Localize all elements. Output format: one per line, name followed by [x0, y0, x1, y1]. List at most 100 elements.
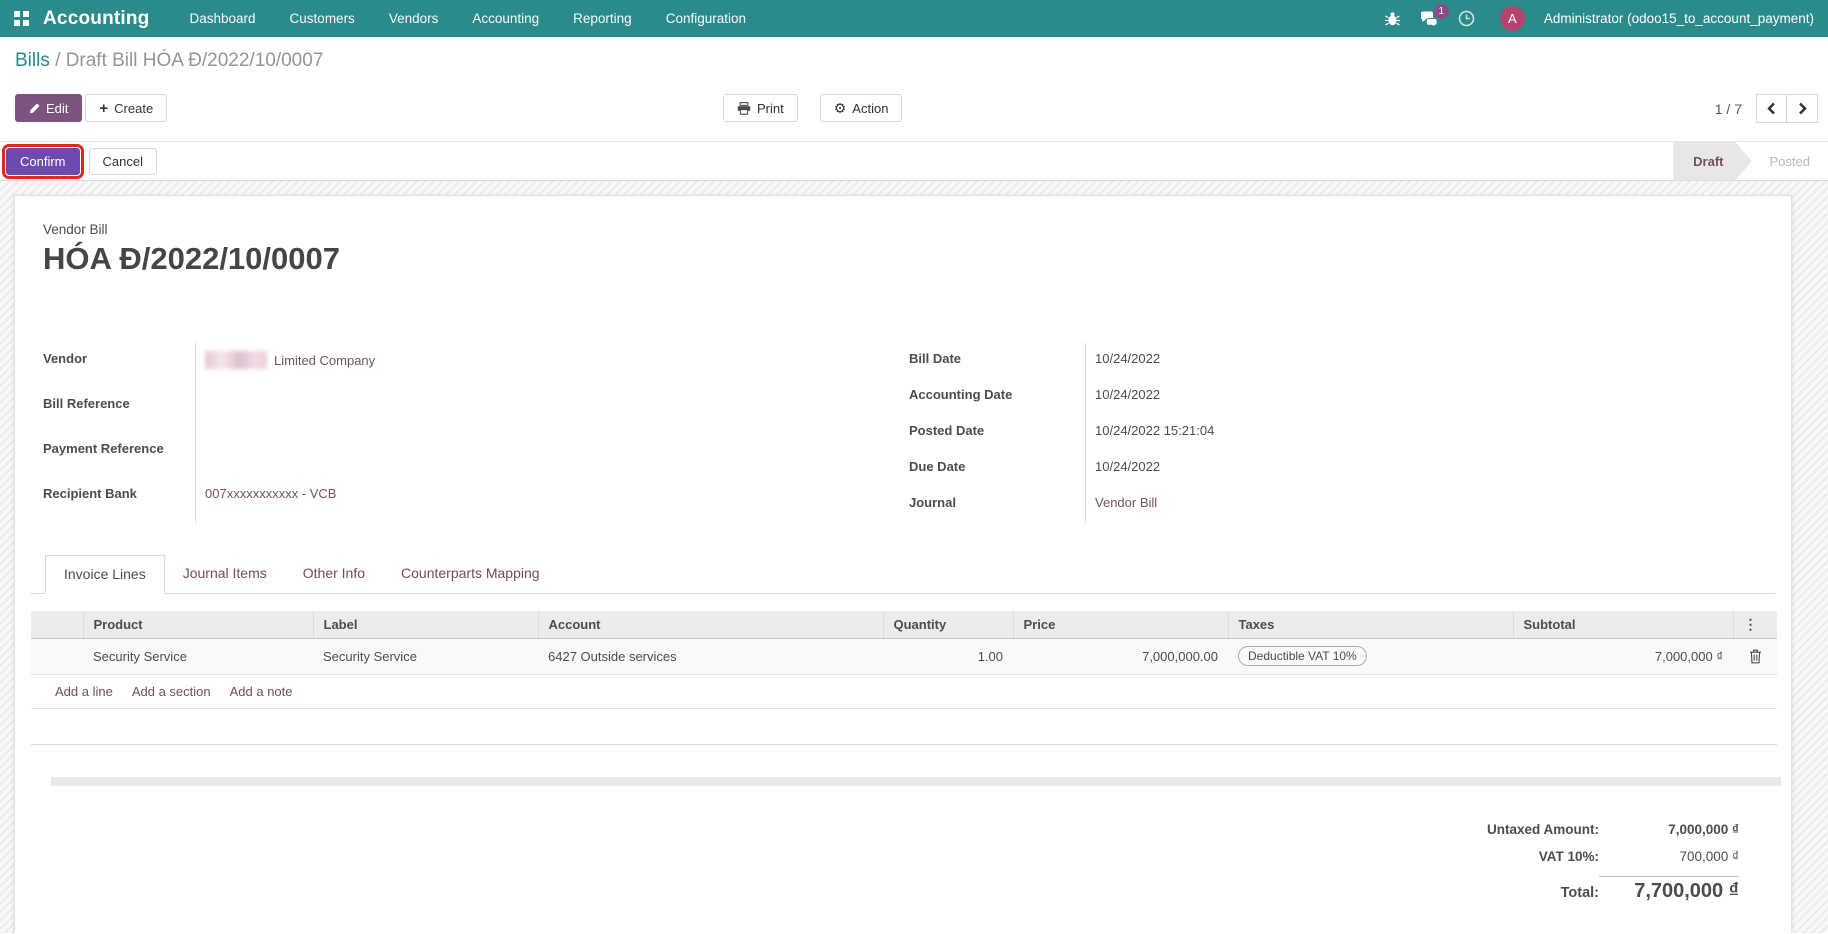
posted-date-label: Posted Date — [909, 423, 985, 438]
header-label[interactable]: Label — [312, 611, 538, 639]
header-product[interactable]: Product — [82, 611, 313, 639]
total-row: Total: 7,700,000 ₫ — [1560, 875, 1739, 910]
header-taxes[interactable]: Taxes — [1227, 611, 1513, 639]
state-draft[interactable]: Draft — [1673, 142, 1751, 180]
add-a-note-link[interactable]: Add a note — [230, 684, 293, 699]
print-button[interactable]: Print — [723, 94, 798, 122]
pager-counter[interactable]: 1 / 7 — [1715, 101, 1742, 117]
cancel-button[interactable]: Cancel — [88, 147, 157, 175]
tab-counterparts-mapping[interactable]: Counterparts Mapping — [383, 555, 558, 594]
posted-date-value: 10/24/2022 15:21:04 — [1085, 415, 1763, 451]
journal-link[interactable]: Vendor Bill — [1095, 495, 1157, 510]
header-subtotal[interactable]: Subtotal — [1512, 611, 1733, 639]
control-panel-buttons: Edit + Create Print ⚙ Action 1 / 7 — [0, 94, 1828, 123]
avatar[interactable]: A — [1499, 6, 1525, 31]
tab-invoice-lines[interactable]: Invoice Lines — [45, 555, 165, 594]
status-widget: Draft Posted — [1673, 142, 1828, 180]
add-row: Add a line Add a section Add a note — [31, 674, 1777, 708]
recipient-bank-link[interactable]: 007xxxxxxxxxxx - VCB — [205, 486, 336, 501]
table-header-row: Product Label Account Quantity Price Tax… — [31, 611, 1777, 639]
breadcrumb-separator: / — [49, 50, 66, 71]
add-a-section-link[interactable]: Add a section — [132, 684, 211, 699]
menu-reporting[interactable]: Reporting — [573, 11, 632, 26]
confirm-button[interactable]: Confirm — [2, 143, 84, 179]
menu-vendors[interactable]: Vendors — [389, 11, 439, 26]
field-group-right: Bill Date 10/24/2022 Accounting Date 10/… — [909, 343, 1763, 523]
chevron-right-icon — [1798, 102, 1807, 115]
pencil-icon — [29, 103, 40, 114]
add-a-line-link[interactable]: Add a line — [55, 684, 113, 699]
action-button[interactable]: ⚙ Action — [819, 94, 903, 122]
tab-journal-items[interactable]: Journal Items — [165, 555, 285, 594]
bill-date-label: Bill Date — [909, 351, 962, 366]
trash-icon — [1749, 648, 1762, 664]
plus-icon: + — [99, 99, 109, 117]
vat-row: VAT 10%: 700,000 ₫ — [1539, 849, 1739, 876]
delete-line-button[interactable] — [1733, 638, 1777, 674]
menu-configuration[interactable]: Configuration — [666, 11, 746, 26]
app-title[interactable]: Accounting — [43, 8, 150, 30]
untaxed-amount-label: Untaxed Amount: — [1487, 821, 1599, 837]
document-type-label: Vendor Bill — [43, 222, 108, 237]
optional-columns-icon[interactable]: ⋮ — [1732, 611, 1777, 639]
header-quantity[interactable]: Quantity — [882, 611, 1013, 639]
user-menu[interactable]: A — [1494, 6, 1525, 31]
cell-taxes: Deductible VAT 10% — [1228, 638, 1513, 674]
menu-accounting[interactable]: Accounting — [472, 11, 539, 26]
header-account[interactable]: Account — [537, 611, 883, 639]
menu-dashboard[interactable]: Dashboard — [190, 11, 256, 26]
tab-bar: Invoice Lines Journal Items Other Info C… — [31, 555, 1775, 594]
field-group-left: Vendor Limited Company Bill Reference Pa… — [43, 343, 891, 523]
user-name[interactable]: Administrator (odoo15_to_account_payment… — [1544, 11, 1814, 26]
tax-badge: Deductible VAT 10% — [1238, 646, 1367, 666]
section-divider — [51, 776, 1781, 786]
activities-clock-icon[interactable] — [1458, 10, 1475, 27]
vat-value: 700,000 ₫ — [1679, 848, 1739, 864]
breadcrumb: Bills / Draft Bill HÓA Đ/2022/10/0007 — [0, 37, 1828, 72]
breadcrumb-current: Draft Bill HÓA Đ/2022/10/0007 — [65, 50, 324, 71]
messages-icon[interactable]: 1 — [1420, 3, 1449, 27]
tab-other-info[interactable]: Other Info — [285, 555, 383, 594]
vendor-label: Vendor — [43, 351, 88, 366]
edit-button[interactable]: Edit — [15, 94, 83, 122]
state-posted[interactable]: Posted — [1752, 142, 1828, 180]
create-button[interactable]: + Create — [85, 94, 168, 122]
vat-label: VAT 10%: — [1538, 848, 1599, 864]
invoice-line-row[interactable]: Security Service Security Service 6427 O… — [31, 638, 1777, 674]
vendor-bill-sheet: Vendor Bill HÓA Đ/2022/10/0007 Vendor Li… — [14, 195, 1792, 933]
accounting-date-value: 10/24/2022 — [1085, 379, 1763, 415]
payment-reference-label: Payment Reference — [43, 441, 164, 456]
pager-next-button[interactable] — [1787, 94, 1818, 123]
total-label: Total: — [1560, 884, 1599, 901]
messages-badge: 1 — [1433, 3, 1449, 19]
vendor-link[interactable]: Limited Company — [274, 353, 375, 368]
cell-subtotal: 7,000,000 ₫ — [1654, 648, 1723, 664]
bill-date-value: 10/24/2022 — [1085, 343, 1763, 379]
empty-filler-row — [31, 708, 1777, 744]
menu-customers[interactable]: Customers — [290, 11, 355, 26]
cell-product: Security Service — [93, 648, 187, 664]
due-date-label: Due Date — [909, 459, 966, 474]
field-groups: Vendor Limited Company Bill Reference Pa… — [43, 343, 1763, 523]
invoice-lines-table: Product Label Account Quantity Price Tax… — [31, 611, 1777, 745]
pager-previous-button[interactable] — [1756, 94, 1787, 123]
breadcrumb-bills-link[interactable]: Bills — [15, 50, 50, 71]
untaxed-amount-value: 7,000,000 ₫ — [1668, 821, 1739, 837]
printer-icon — [737, 101, 751, 115]
debug-bug-icon[interactable] — [1384, 11, 1401, 27]
journal-label: Journal — [909, 495, 956, 510]
notebook: Invoice Lines Journal Items Other Info C… — [31, 555, 1777, 745]
header-price[interactable]: Price — [1012, 611, 1228, 639]
statusbar: Confirm Cancel Draft Posted — [0, 141, 1828, 181]
cell-label: Security Service — [323, 648, 417, 664]
gear-icon: ⚙ — [833, 100, 847, 116]
redacted-vendor-name — [205, 351, 267, 369]
cell-account: 6427 Outside services — [548, 648, 677, 664]
accounting-date-label: Accounting Date — [909, 387, 1013, 402]
bill-reference-label: Bill Reference — [43, 396, 130, 411]
apps-menu-icon[interactable] — [14, 11, 29, 26]
odoo-accounting-window: Accounting Dashboard Customers Vendors A… — [0, 0, 1828, 934]
vendor-value: Limited Company — [195, 343, 891, 388]
due-date-value: 10/24/2022 — [1085, 451, 1763, 487]
top-navbar: Accounting Dashboard Customers Vendors A… — [0, 0, 1828, 37]
